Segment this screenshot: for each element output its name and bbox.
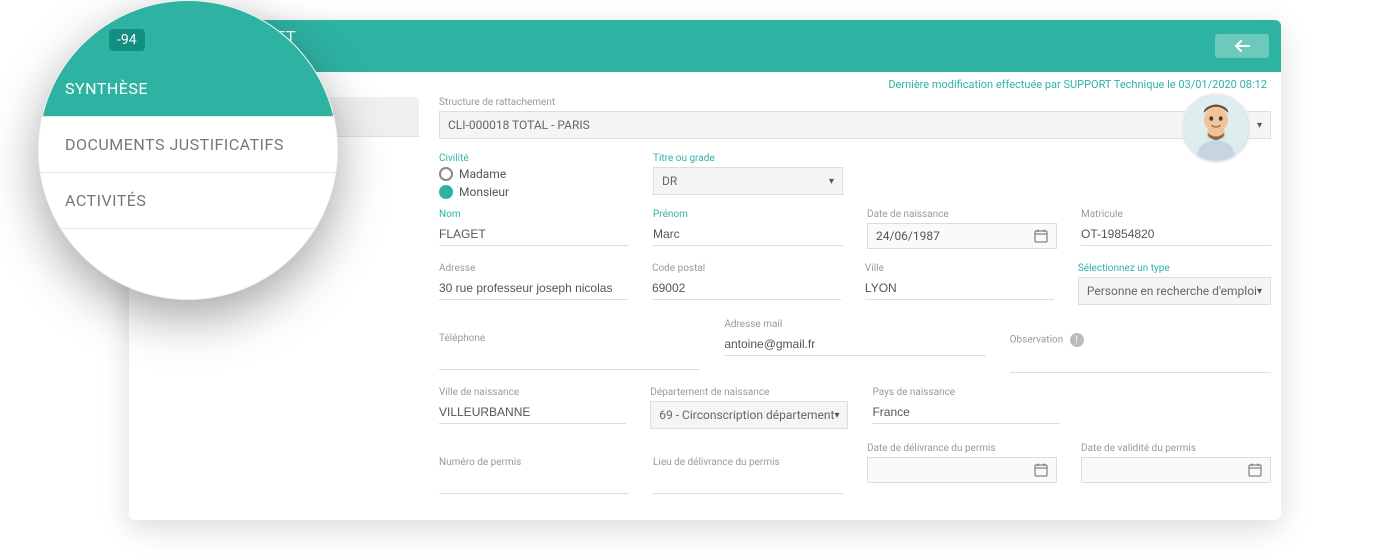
type-select[interactable]: Personne en recherche d'emploi ▾ xyxy=(1078,277,1271,305)
pays-naissance-input[interactable] xyxy=(872,401,1059,424)
date-naissance-label: Date de naissance xyxy=(867,209,1057,220)
page-title: Apprenant - FLAGET xyxy=(143,28,1267,48)
structure-select[interactable]: CLI-000018 TOTAL - PARIS ▾ xyxy=(439,111,1271,139)
radio-madame[interactable]: Madame xyxy=(439,167,629,181)
titre-label: Titre ou grade xyxy=(653,153,843,164)
radio-checked-icon xyxy=(439,185,453,199)
lieu-permis-label: Lieu de délivrance du permis xyxy=(653,457,843,468)
date-valid-permis-label: Date de validité du permis xyxy=(1081,443,1271,454)
date-valid-permis-input[interactable] xyxy=(1081,457,1271,483)
matricule-input[interactable] xyxy=(1081,223,1271,246)
dept-naissance-select[interactable]: 69 - Circonscription département ▾ xyxy=(650,401,848,429)
email-label: Adresse mail xyxy=(724,319,985,330)
civilite-radio-group: Madame Monsieur xyxy=(439,167,629,199)
structure-label: Structure de rattachement xyxy=(439,97,1271,108)
calendar-icon xyxy=(1248,463,1262,477)
zoom-lens-overlay: -94 SYNTHÈSE DOCUMENTS JUSTIFICATIFS ACT… xyxy=(38,0,338,300)
cp-label: Code postal xyxy=(652,263,841,274)
civilite-label: Civilité xyxy=(439,153,629,164)
structure-value: CLI-000018 TOTAL - PARIS xyxy=(448,118,590,132)
telephone-label: Téléphone xyxy=(439,333,700,344)
avatar[interactable] xyxy=(1181,93,1251,163)
arrow-left-icon xyxy=(1234,40,1250,52)
chevron-down-icon: ▾ xyxy=(1257,286,1262,297)
calendar-icon xyxy=(1034,229,1048,243)
dept-naissance-label: Département de naissance xyxy=(650,387,848,398)
ville-input[interactable] xyxy=(865,277,1054,300)
num-permis-label: Numéro de permis xyxy=(439,457,629,468)
titre-select[interactable]: DR ▾ xyxy=(653,167,843,195)
nom-label: Nom xyxy=(439,209,629,220)
cp-input[interactable] xyxy=(652,277,841,300)
date-naissance-input[interactable]: 24/06/1987 xyxy=(867,223,1057,249)
date-deliv-permis-input[interactable] xyxy=(867,457,1057,483)
info-icon: ! xyxy=(1070,333,1084,347)
radio-unchecked-icon xyxy=(439,167,453,181)
ville-label: Ville xyxy=(865,263,1054,274)
pays-naissance-label: Pays de naissance xyxy=(872,387,1059,398)
observation-input[interactable] xyxy=(1010,350,1271,373)
observation-label: Observation ! xyxy=(1010,333,1271,347)
telephone-input[interactable] xyxy=(439,347,700,370)
chevron-down-icon: ▾ xyxy=(1257,120,1262,131)
date-deliv-permis-label: Date de délivrance du permis xyxy=(867,443,1057,454)
matricule-label: Matricule xyxy=(1081,209,1271,220)
lieu-permis-input[interactable] xyxy=(653,471,843,494)
num-permis-input[interactable] xyxy=(439,471,629,494)
chevron-down-icon: ▾ xyxy=(829,176,834,187)
tab-activites[interactable]: ACTIVITÉS xyxy=(39,173,337,229)
tab-synthese[interactable]: SYNTHÈSE xyxy=(39,61,337,117)
chevron-down-icon: ▾ xyxy=(834,410,839,421)
radio-monsieur[interactable]: Monsieur xyxy=(439,185,629,199)
prenom-input[interactable] xyxy=(653,223,843,246)
email-input[interactable] xyxy=(724,333,985,356)
zoom-badge-fragment: -94 xyxy=(109,29,145,51)
type-label: Sélectionnez un type xyxy=(1078,263,1271,274)
adresse-input[interactable] xyxy=(439,277,628,300)
back-button[interactable] xyxy=(1215,34,1269,58)
tab-documents-justificatifs[interactable]: DOCUMENTS JUSTIFICATIFS xyxy=(39,117,337,173)
ville-naissance-input[interactable] xyxy=(439,401,626,424)
nom-input[interactable] xyxy=(439,223,629,246)
calendar-icon xyxy=(1034,463,1048,477)
prenom-label: Prénom xyxy=(653,209,843,220)
adresse-label: Adresse xyxy=(439,263,628,274)
form-panel: Structure de rattachement CLI-000018 TOT… xyxy=(439,97,1271,508)
ville-naissance-label: Ville de naissance xyxy=(439,387,626,398)
